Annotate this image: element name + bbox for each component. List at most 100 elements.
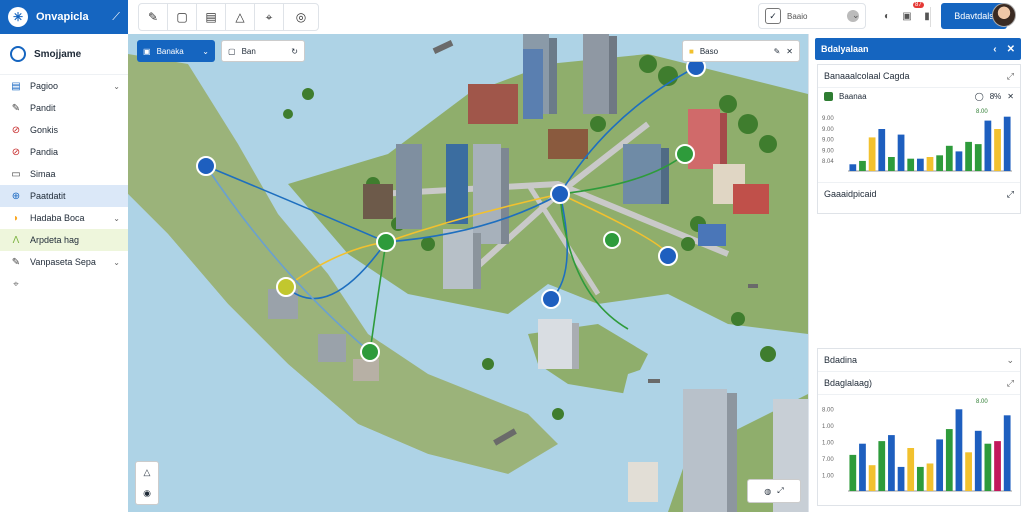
y-tick-label: 1.00 xyxy=(822,473,834,479)
filter-label: Ban xyxy=(241,46,256,56)
y-tick-label: 7.00 xyxy=(822,457,834,463)
sidebar-item-icon: ⌖ xyxy=(13,278,19,290)
sidebar-item-7[interactable]: Λ Arpdeta hag xyxy=(0,229,128,251)
bar xyxy=(936,155,944,171)
user-selector[interactable]: ✓ Baaio xyxy=(758,3,866,29)
bar xyxy=(994,129,1001,171)
bar xyxy=(868,137,876,171)
sidebar-item-icon: ⊘ xyxy=(11,146,21,158)
sidebar-item-1[interactable]: ✎ Pandit xyxy=(0,97,128,119)
bar xyxy=(1003,415,1011,491)
sidebar-item-8[interactable]: ✎ Vanpaseta Sepa ⌄ xyxy=(0,251,128,273)
sidebar-item-icon: ◗ xyxy=(12,212,20,224)
pin-tool-icon[interactable]: ⌖ xyxy=(255,4,284,30)
notification-badge: 87 xyxy=(913,2,924,8)
sidebar-item-label: Pagioo xyxy=(30,81,59,91)
bar xyxy=(888,435,895,491)
bar xyxy=(907,158,915,171)
sidebar-item-label: Pandit xyxy=(30,103,56,113)
back-icon[interactable]: ‹ xyxy=(993,44,996,55)
sidebar-item-5[interactable]: ⊕ Paatdatit xyxy=(0,185,128,207)
chevron-down-icon: ⌄ xyxy=(1006,354,1014,365)
settings-icon[interactable]: ◐ xyxy=(880,9,894,23)
edit-icon[interactable]: ✎ xyxy=(774,47,781,56)
bar xyxy=(955,409,963,491)
filter-icon: ▢ xyxy=(228,46,236,56)
chevron-down-icon: ⌄ xyxy=(113,81,120,91)
bar xyxy=(859,443,866,491)
card-title: Bdaglalaag) xyxy=(824,378,873,388)
top-value-label: 8.00 xyxy=(976,399,988,405)
sidebar-item-3[interactable]: ⊘ Pandia xyxy=(0,141,128,163)
expand-icon[interactable]: ⤢ xyxy=(1007,378,1014,389)
sidebar-item-label: Pandia xyxy=(30,147,59,157)
overlay-control[interactable]: ■ Baso ✎ ✕ xyxy=(682,40,800,62)
printer-icon[interactable]: ▣ xyxy=(900,9,914,23)
sidebar-item-0[interactable]: ▤ Pagioo ⌄ xyxy=(0,75,128,97)
panel-header: Bdalyalaan ‹ ✕ xyxy=(815,38,1021,60)
chevron-down-icon: ⌄ xyxy=(113,213,120,223)
card-row[interactable]: Bdadina ⌄ xyxy=(818,349,1020,372)
chart-card-2: Bdadina ⌄ Bdaglalaag) ⤢ 1.00 7.00 1.00 1.00… xyxy=(817,348,1021,506)
bar xyxy=(907,448,915,491)
map-canvas[interactable]: ▣ Banaka ⌄ ▢ Ban ↻ ■ Baso ✎ ✕ △ ◉ ◍ ⤢ xyxy=(128,34,808,512)
zoom-in-icon[interactable]: △ xyxy=(144,467,151,478)
bar xyxy=(897,466,905,491)
bar xyxy=(965,141,972,171)
card-footer: Gaaaidpicaid ⤢ xyxy=(818,182,1020,205)
sidebar-item-4[interactable]: ▭ Simaa xyxy=(0,163,128,185)
bar xyxy=(878,441,886,491)
note-icon-2[interactable]: ▤ xyxy=(197,4,226,30)
info-icon: ◍ xyxy=(764,486,772,496)
sidebar-item-6[interactable]: ◗ Hadaba Boca ⌄ xyxy=(0,207,128,229)
bar xyxy=(974,430,982,491)
chevron-down-icon: ⌄ xyxy=(113,257,120,267)
triangle-icon[interactable]: △ xyxy=(226,4,255,30)
y-tick-label: 1.00 xyxy=(822,424,834,430)
bookmark-icon[interactable]: ▮ xyxy=(920,9,934,23)
expand-icon[interactable]: ⤢ xyxy=(1007,189,1014,200)
app-title: Onvapicla xyxy=(36,11,89,23)
sidebar-item-9[interactable]: ⌖ xyxy=(0,273,128,295)
layer-selector[interactable]: ▣ Banaka ⌄ xyxy=(137,40,215,62)
sidebar-item-label: Arpdeta hag xyxy=(30,235,80,245)
legend-label: Baanaa xyxy=(839,92,867,101)
zoom-out-icon[interactable]: ◉ xyxy=(143,488,151,499)
sidebar-item-label: Vanpaseta Sepa xyxy=(30,257,96,267)
sidebar-item-label: Hadaba Boca xyxy=(30,213,85,223)
close-icon[interactable]: ✕ xyxy=(786,47,793,56)
refresh-icon[interactable]: ↻ xyxy=(291,47,298,56)
pen-icon[interactable]: ✎ xyxy=(139,4,168,30)
sidebar-list: ▤ Pagioo ⌄ ✎ Pandit ⊘ Gonkis ⊘ Pandia ▭ Simaa ⊕ Paat… xyxy=(0,75,128,295)
bar xyxy=(859,160,866,171)
card-header: Banaaalcolaal Cagda ⤢ xyxy=(818,65,1020,88)
sidebar-header-label: Smojjame xyxy=(34,48,82,60)
y-tick-label: 9.00 xyxy=(822,138,834,144)
bar xyxy=(994,441,1001,491)
card-title: Banaaalcolaal Cagda xyxy=(824,71,910,81)
pin-icon[interactable]: ⟋ xyxy=(112,11,120,24)
app-logo-icon: ✳ xyxy=(8,7,28,27)
map-info-control[interactable]: ◍ ⤢ xyxy=(747,479,801,503)
y-tick-label: 8.04 xyxy=(822,159,834,165)
sidebar-header[interactable]: Smojjame xyxy=(0,34,128,75)
sidebar-item-2[interactable]: ⊘ Gonkis xyxy=(0,119,128,141)
info-icon[interactable]: ◯ xyxy=(975,92,984,101)
sidebar-item-icon: ✎ xyxy=(11,102,21,114)
expand-icon[interactable]: ⤢ xyxy=(1007,71,1014,82)
bar xyxy=(965,452,972,491)
user-chip-icon: ✓ xyxy=(765,8,781,24)
close-icon[interactable]: ✕ xyxy=(1007,44,1015,55)
close-icon[interactable]: ✕ xyxy=(1007,92,1014,101)
chevron-down-icon[interactable]: ⌄ xyxy=(852,10,860,21)
bar xyxy=(926,157,934,171)
target-icon[interactable]: ◎ xyxy=(284,4,318,30)
bar xyxy=(955,151,963,171)
legend-swatch xyxy=(824,92,833,101)
filter-control[interactable]: ▢ Ban ↻ xyxy=(221,40,305,62)
note-icon[interactable]: ▢ xyxy=(168,4,197,30)
sidebar-item-icon: ✎ xyxy=(11,256,21,268)
y-tick-label: 9.00 xyxy=(822,116,834,122)
avatar[interactable] xyxy=(992,3,1016,27)
map-illustration xyxy=(128,34,808,512)
